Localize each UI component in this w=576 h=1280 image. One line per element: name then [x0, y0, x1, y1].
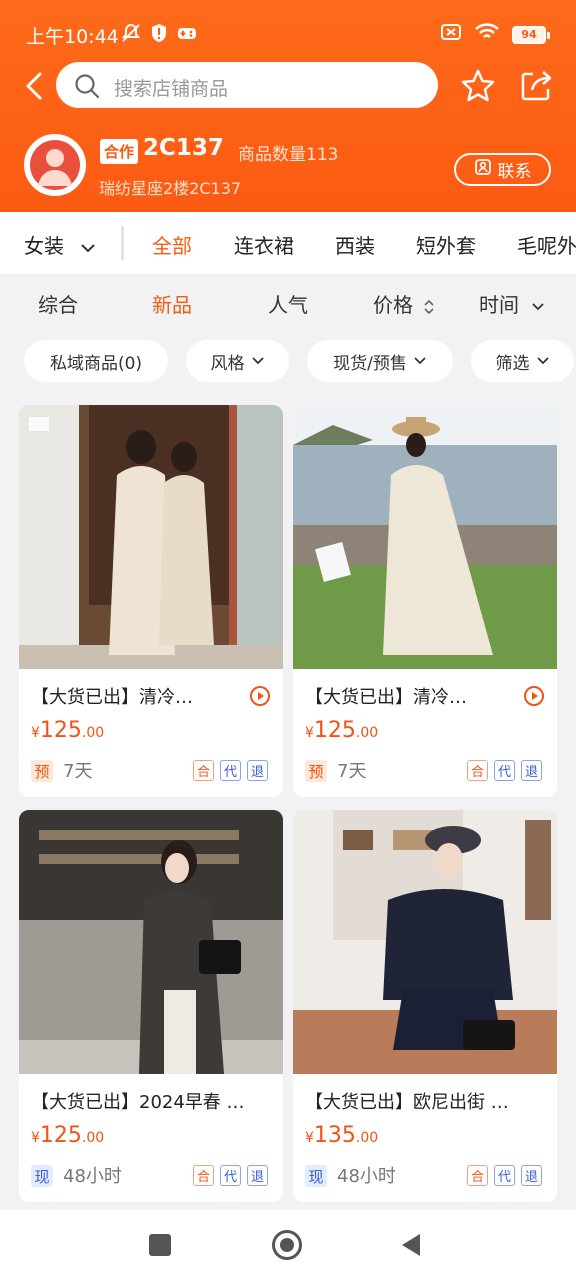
product-card[interactable]: 【大货已出】欧尼出街 … ¥135.00 现 48小时 合 代 退: [293, 810, 557, 1202]
shield-alert-icon: [150, 22, 168, 49]
search-placeholder: 搜索店铺商品: [114, 78, 229, 100]
contact-icon: [474, 158, 492, 181]
search-input[interactable]: 搜索店铺商品: [56, 62, 438, 108]
search-icon: [74, 73, 100, 103]
dropship-tag: 代: [494, 1165, 515, 1186]
dropship-tag: 代: [494, 760, 515, 781]
product-image[interactable]: [19, 405, 283, 669]
chevron-down-icon: [532, 302, 544, 310]
shop-header: 上午10:44 94 搜索店铺商品 合作 2C137 商品数量113 瑞纺星座2…: [0, 0, 576, 212]
return-tag: 退: [247, 760, 268, 781]
sort-bar: 综合 新品 人气 价格 时间: [0, 274, 576, 330]
lead-time: 7天: [63, 761, 93, 782]
cooperation-tag: 合: [467, 760, 488, 781]
status-right-icons: 94: [440, 22, 550, 47]
product-price: ¥135.00: [305, 1123, 379, 1148]
filter-style[interactable]: 风格: [186, 340, 289, 382]
recent-apps-icon[interactable]: [149, 1234, 171, 1256]
dropship-tag: 代: [220, 1165, 241, 1186]
battery-icon: 94: [512, 25, 550, 44]
lead-time: 48小时: [337, 1166, 396, 1187]
product-price: ¥125.00: [31, 718, 105, 743]
tab-all[interactable]: 全部: [152, 230, 192, 259]
wifi-icon: [474, 22, 500, 47]
presale-badge: 预: [31, 760, 53, 782]
share-icon[interactable]: [518, 68, 554, 108]
lead-time: 48小时: [63, 1166, 122, 1187]
product-title[interactable]: 【大货已出】欧尼出街 …: [305, 1088, 519, 1114]
play-video-icon[interactable]: [249, 685, 271, 711]
filter-private-products[interactable]: 私域商品(0): [24, 340, 168, 382]
status-time: 上午10:44: [26, 26, 119, 48]
in-stock-badge: 现: [31, 1165, 53, 1187]
gamepad-icon: [176, 22, 198, 49]
home-icon[interactable]: [272, 1230, 302, 1260]
tab-dress[interactable]: 连衣裙: [234, 230, 294, 259]
chevron-down-icon: [536, 357, 549, 365]
shop-address: 瑞纺星座2楼2C137: [99, 179, 242, 198]
cooperation-tag: 合: [467, 1165, 488, 1186]
system-nav-bar: [0, 1210, 576, 1280]
sim-off-icon: [440, 22, 462, 47]
sort-composite[interactable]: 综合: [38, 289, 78, 318]
product-card[interactable]: 【大货已出】2024早春 … ¥125.00 现 48小时 合 代 退: [19, 810, 283, 1202]
gender-category-dropdown[interactable]: 女装: [24, 230, 96, 259]
product-title[interactable]: 【大货已出】清冷…: [305, 683, 519, 709]
cooperation-tag: 合: [193, 1165, 214, 1186]
product-price: ¥125.00: [305, 718, 379, 743]
product-title[interactable]: 【大货已出】2024早春 …: [31, 1088, 245, 1114]
mute-bell-icon: [120, 22, 142, 49]
product-image[interactable]: [293, 405, 557, 669]
cooperation-tag: 合: [193, 760, 214, 781]
shop-name: 2C137: [143, 135, 224, 161]
search-row: 搜索店铺商品: [0, 62, 576, 110]
sort-time[interactable]: 时间: [479, 289, 545, 318]
contact-button[interactable]: 联系: [454, 153, 551, 186]
return-tag: 退: [521, 1165, 542, 1186]
back-arrow-icon[interactable]: [20, 70, 50, 102]
back-triangle-icon[interactable]: [400, 1232, 422, 1262]
product-image[interactable]: [19, 810, 283, 1074]
contact-label: 联系: [497, 162, 532, 182]
product-card[interactable]: 【大货已出】清冷… ¥125.00 预 7天 合 代 退: [293, 405, 557, 797]
chevron-down-icon: [81, 243, 96, 252]
product-count: 商品数量113: [238, 145, 339, 165]
tab-wool-coat[interactable]: 毛呢外套: [517, 230, 576, 259]
filter-more[interactable]: 筛选: [471, 340, 574, 382]
chevron-down-icon: [414, 357, 426, 365]
status-bar: 上午10:44 94: [0, 0, 576, 60]
favorite-star-icon[interactable]: [460, 68, 496, 108]
in-stock-badge: 现: [305, 1165, 327, 1187]
product-title[interactable]: 【大货已出】清冷…: [31, 683, 245, 709]
sort-new[interactable]: 新品: [152, 289, 192, 318]
play-video-icon[interactable]: [523, 685, 545, 711]
tab-suit[interactable]: 西装: [335, 230, 375, 259]
lead-time: 7天: [337, 761, 367, 782]
return-tag: 退: [247, 1165, 268, 1186]
tab-short-coat[interactable]: 短外套: [416, 230, 476, 259]
presale-badge: 预: [305, 760, 327, 782]
dropship-tag: 代: [220, 760, 241, 781]
product-card[interactable]: 【大货已出】清冷… ¥125.00 预 7天 合 代 退: [19, 405, 283, 797]
filter-stock-presale[interactable]: 现货/预售: [307, 340, 453, 382]
product-image[interactable]: [293, 810, 557, 1074]
shop-avatar[interactable]: [24, 134, 86, 196]
product-price: ¥125.00: [31, 1123, 105, 1148]
divider: [121, 226, 124, 260]
user-avatar-icon: [38, 149, 72, 186]
chevron-down-icon: [251, 357, 264, 365]
status-left-icons: [120, 22, 198, 49]
sort-arrows-icon: [424, 299, 434, 314]
category-tabs: 女装 全部 连衣裙 西装 短外套 毛呢外套: [0, 212, 576, 274]
sort-price[interactable]: 价格: [373, 289, 435, 318]
return-tag: 退: [521, 760, 542, 781]
cooperation-badge: 合作: [100, 139, 139, 164]
sort-popular[interactable]: 人气: [268, 289, 308, 318]
